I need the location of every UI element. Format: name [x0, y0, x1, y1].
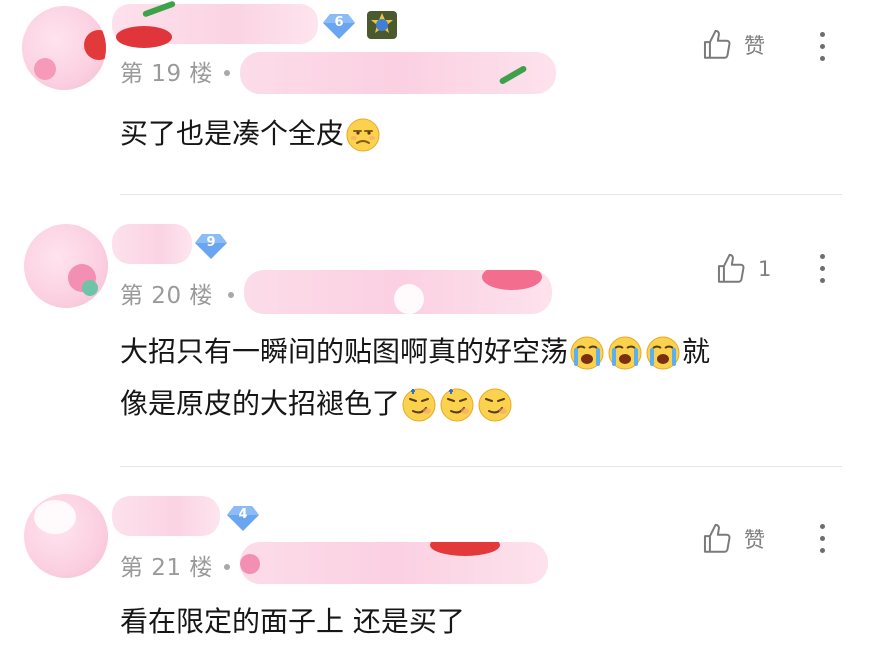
more-options-icon[interactable] — [818, 524, 826, 560]
floor-number: 第 19 楼 — [120, 61, 213, 87]
avatar[interactable] — [22, 6, 106, 90]
separator-dot — [224, 70, 230, 76]
floor-number: 第 20 楼 — [120, 283, 213, 309]
more-options-icon[interactable] — [818, 254, 826, 290]
like-button[interactable]: 赞 — [700, 522, 765, 556]
avatar[interactable] — [24, 494, 108, 578]
separator-dot — [224, 564, 230, 570]
post-floor-20: 9 第 20 楼 1 大招只有一瞬间的贴图啊真的好空荡 就 像是原皮的大招褪色了 — [0, 196, 870, 466]
comment-text: 大招只有一瞬间的贴图啊真的好空荡 就 像是原皮的大招褪色了 — [120, 326, 710, 430]
level-badge: 9 — [194, 230, 228, 260]
more-options-icon[interactable] — [818, 32, 826, 68]
comment-text-body: 看在限定的面子上 还是买了 — [120, 605, 465, 638]
crying-face-emoji — [608, 336, 642, 370]
level-badge: 4 — [226, 502, 260, 532]
post-info-blurred — [240, 542, 548, 584]
floor-number: 第 21 楼 — [120, 555, 213, 581]
level-number: 4 — [238, 507, 248, 522]
post-info-blurred — [240, 52, 556, 94]
level-number: 9 — [206, 235, 216, 250]
comment-text: 买了也是凑个全皮 — [120, 108, 382, 160]
smirk-face-emoji — [440, 388, 474, 422]
thumbs-up-icon — [703, 29, 731, 59]
unamused-face-emoji — [346, 118, 380, 152]
comment-text-line-2: 像是原皮的大招褪色了 — [120, 387, 401, 420]
crying-face-emoji — [570, 336, 604, 370]
smirk-face-emoji — [478, 388, 512, 422]
post-info-blurred — [244, 270, 552, 314]
comment-line-1: 大招只有一瞬间的贴图啊真的好空荡 就 — [120, 326, 710, 378]
level-badge: 6 — [322, 10, 356, 40]
comment-text: 看在限定的面子上 还是买了 — [120, 596, 465, 648]
avatar[interactable] — [24, 224, 108, 308]
divider — [120, 194, 842, 195]
thumbs-up-icon — [703, 523, 731, 553]
username-blurred[interactable] — [112, 496, 220, 536]
like-label: 赞 — [744, 528, 765, 552]
username-blurred[interactable] — [112, 0, 318, 48]
comment-text-body: 买了也是凑个全皮 — [120, 117, 345, 150]
username-blurred[interactable] — [112, 224, 192, 264]
smirk-face-emoji — [402, 388, 436, 422]
medal-icon — [366, 10, 398, 40]
like-button[interactable]: 1 — [714, 252, 771, 286]
post-floor-21: 4 第 21 楼 赞 看在限定的面子上 还是买了 — [0, 468, 870, 672]
comment-text-line-1-tail: 就 — [682, 335, 711, 368]
like-count: 1 — [758, 257, 772, 281]
level-number: 6 — [334, 15, 344, 30]
separator-dot — [228, 292, 234, 298]
like-button[interactable]: 赞 — [700, 28, 765, 62]
comment-line-2: 像是原皮的大招褪色了 — [120, 378, 710, 430]
divider — [120, 466, 842, 467]
comment-text-line-1: 大招只有一瞬间的贴图啊真的好空荡 — [120, 335, 569, 368]
thumbs-up-icon — [717, 253, 745, 283]
crying-face-emoji — [646, 336, 680, 370]
post-floor-19: 6 第 19 楼 赞 买了也是凑个全皮 — [0, 0, 870, 196]
like-label: 赞 — [744, 34, 765, 58]
